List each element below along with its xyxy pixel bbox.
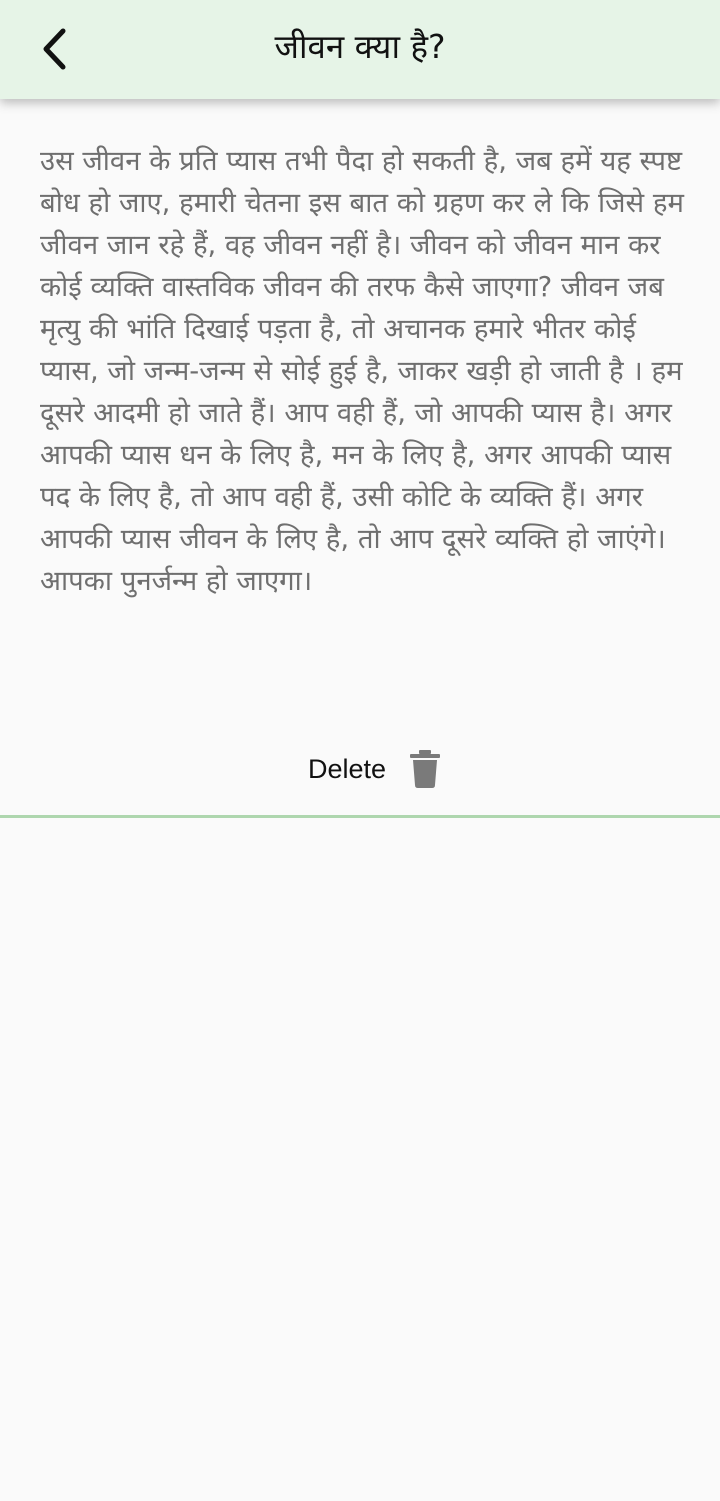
- app-bar: जीवन क्या है?: [0, 0, 720, 99]
- delete-row: Delete: [0, 746, 720, 792]
- divider: [0, 815, 720, 818]
- trash-icon: [410, 750, 441, 788]
- delete-button[interactable]: Delete: [307, 750, 441, 788]
- chevron-left-icon: [37, 26, 71, 72]
- note-body: उस जीवन के प्रति प्यास तभी पैदा हो सकती …: [40, 145, 684, 597]
- back-button[interactable]: [22, 22, 86, 76]
- delete-label: Delete: [307, 753, 387, 784]
- page-title: जीवन क्या है?: [274, 27, 446, 66]
